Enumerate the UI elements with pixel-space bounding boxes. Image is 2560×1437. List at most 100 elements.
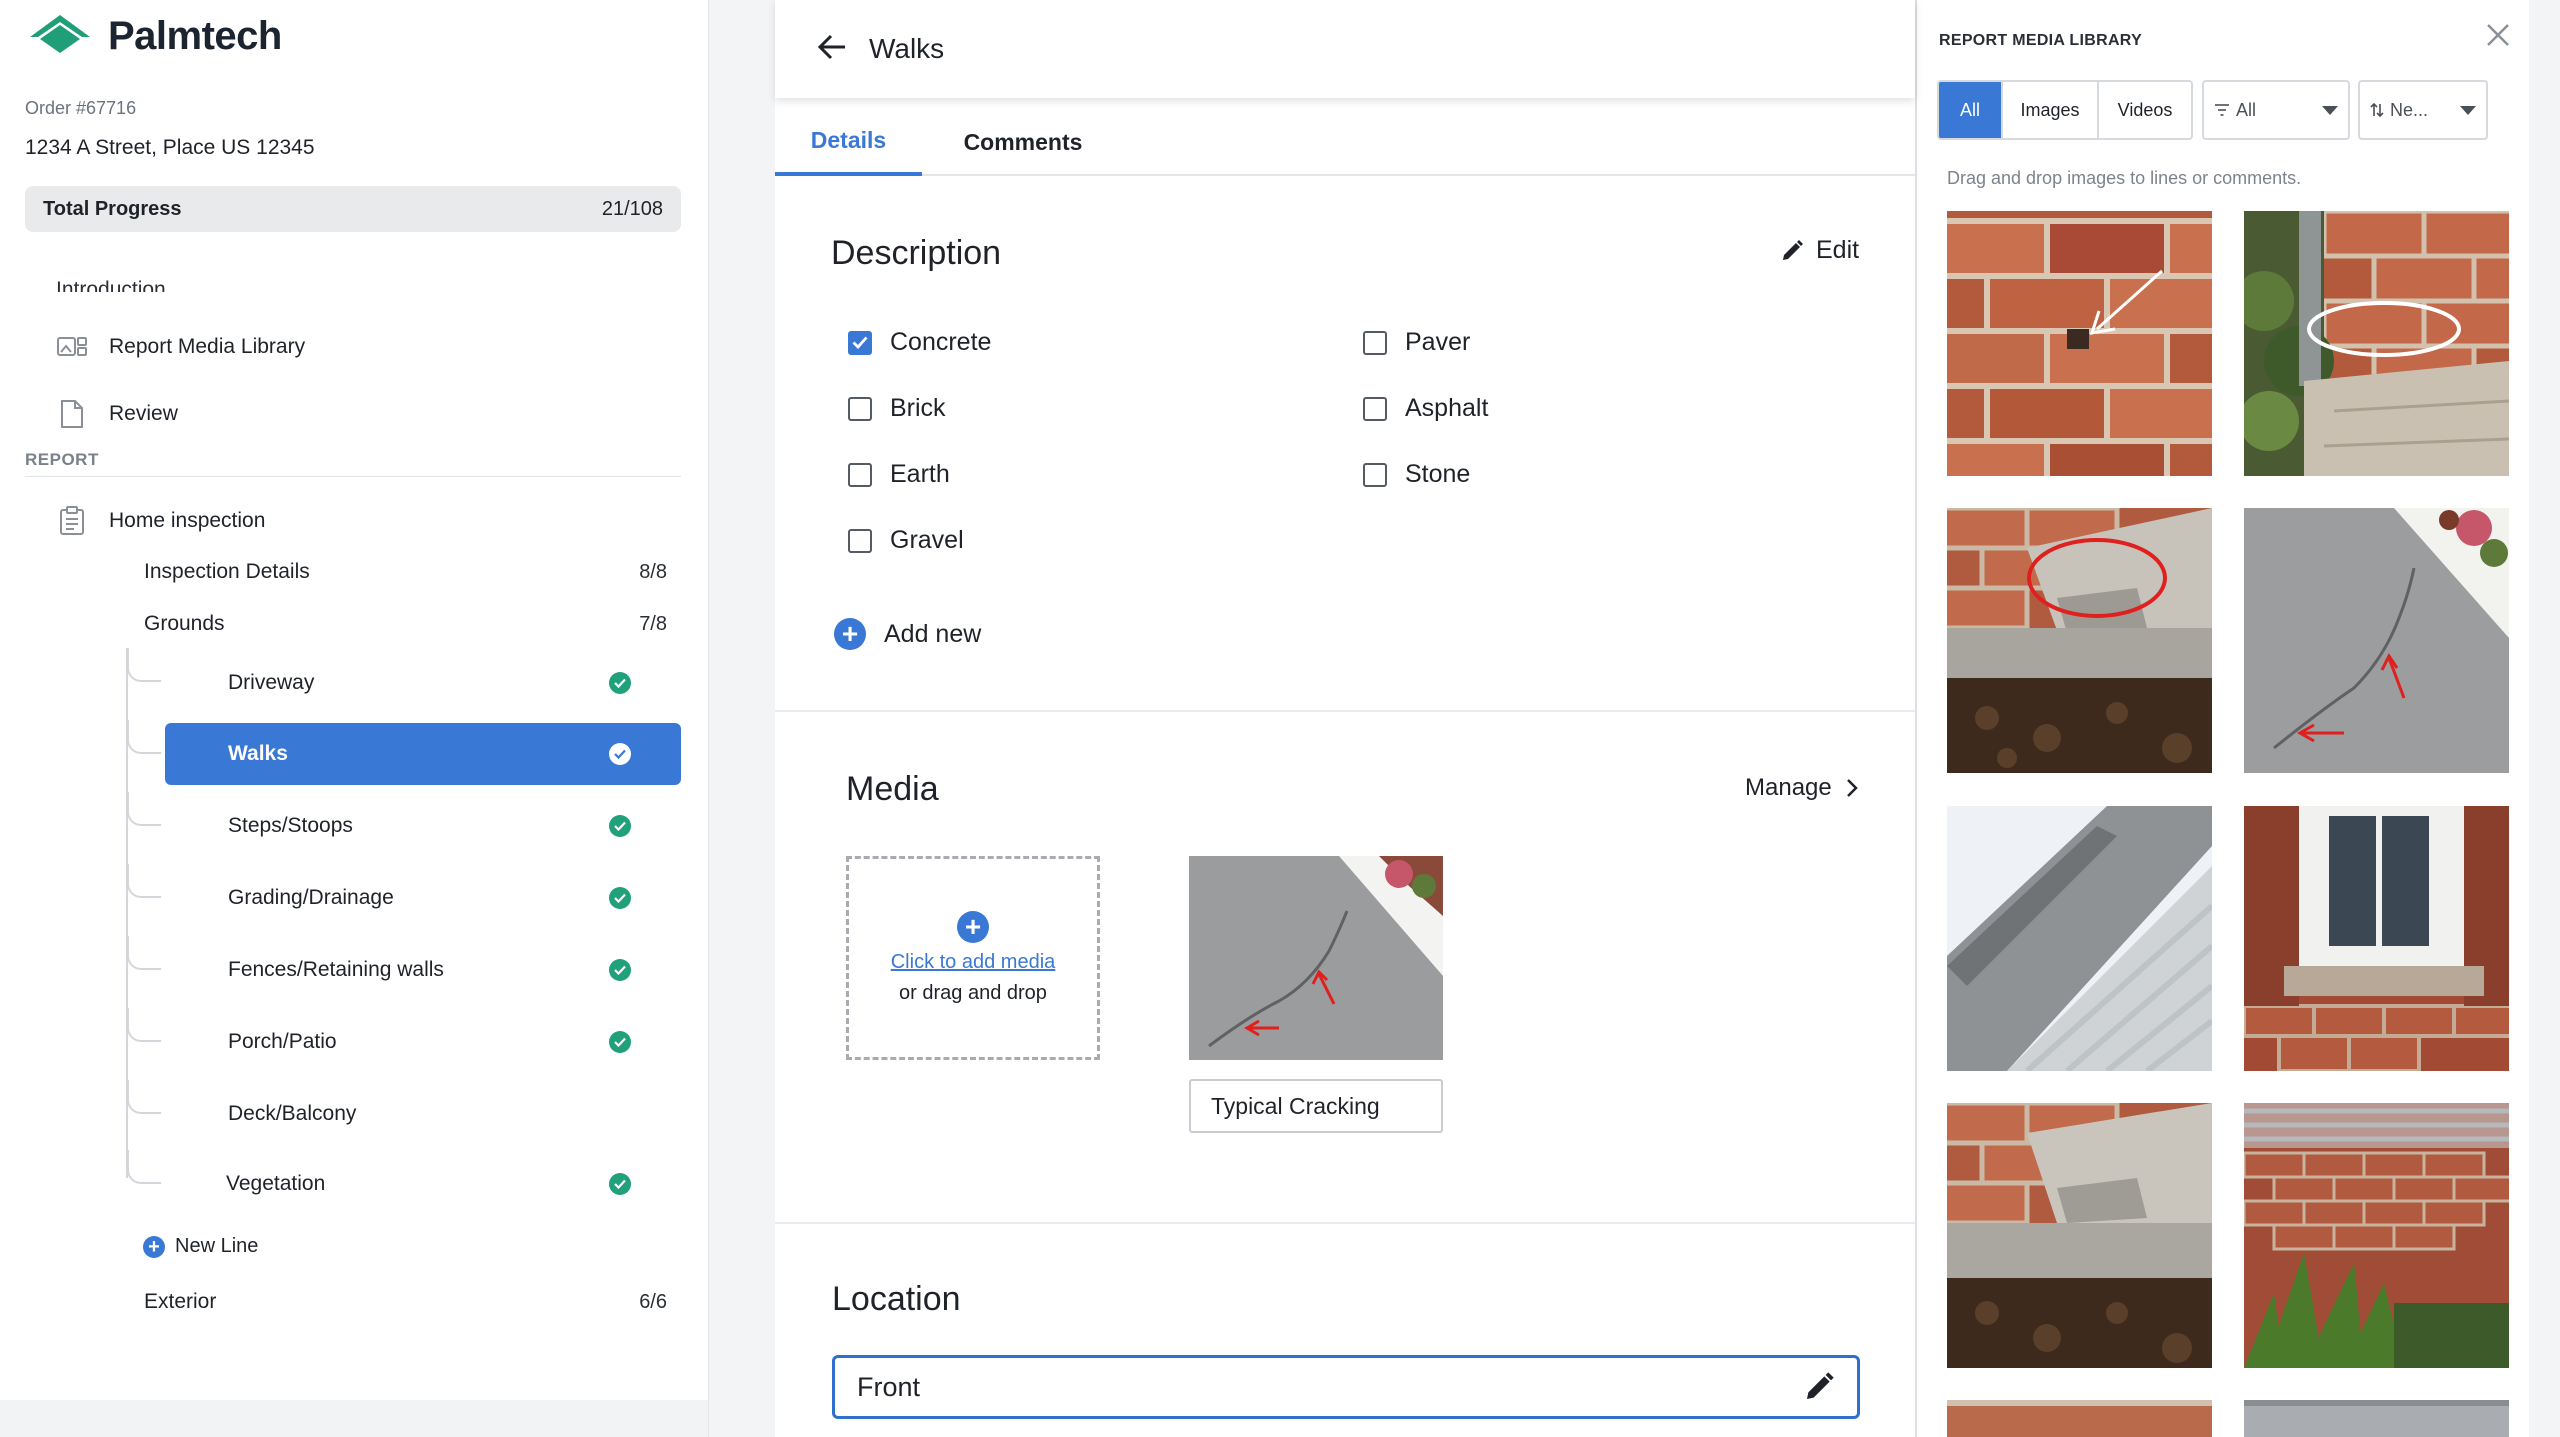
location-title: Location — [832, 1280, 961, 1318]
location-input[interactable]: Front — [832, 1355, 1860, 1419]
library-image[interactable] — [2244, 1103, 2509, 1368]
sort-icon — [2370, 102, 2384, 118]
complete-check-icon — [609, 1173, 631, 1195]
tree-group-grounds[interactable]: Grounds 7/8 — [0, 604, 681, 644]
media-thumbnail[interactable] — [1189, 856, 1443, 1060]
option-paver[interactable]: Paver — [1363, 328, 1470, 357]
library-image[interactable] — [1947, 508, 2212, 773]
tree-group-inspection-details[interactable]: Inspection Details 8/8 — [0, 552, 681, 592]
library-image[interactable] — [1947, 1103, 2212, 1368]
tree-line-label: Deck/Balcony — [228, 1102, 357, 1125]
nav-item-media-library-label: Report Media Library — [109, 335, 306, 358]
library-image[interactable] — [2244, 1400, 2509, 1437]
tree-line-porch-patio[interactable]: Porch/Patio — [0, 1022, 681, 1062]
tree-line-walks[interactable]: Walks — [165, 723, 681, 785]
section-divider — [775, 1222, 1915, 1224]
complete-check-icon — [609, 815, 631, 837]
category-dropdown[interactable]: All — [2202, 80, 2350, 140]
tree-line-label: Vegetation — [226, 1172, 326, 1195]
option-earth[interactable]: Earth — [848, 460, 950, 489]
checkbox[interactable] — [1363, 396, 1387, 421]
library-image[interactable] — [1947, 211, 2212, 476]
nav-item-introduction[interactable]: Introduction — [56, 270, 166, 292]
tree-root-label: Home inspection — [109, 509, 266, 532]
palmtech-logo-icon — [30, 14, 90, 53]
option-asphalt[interactable]: Asphalt — [1363, 394, 1488, 423]
option-label: Stone — [1405, 460, 1471, 488]
section-divider — [775, 710, 1915, 712]
pencil-icon[interactable] — [1803, 1371, 1835, 1403]
edit-description-button[interactable]: Edit — [1780, 236, 1859, 265]
app-logo[interactable]: Palmtech — [30, 14, 282, 59]
checkbox[interactable] — [848, 528, 872, 553]
document-icon — [55, 397, 89, 431]
tree-line-deck-balcony[interactable]: Deck/Balcony — [0, 1094, 681, 1134]
tab-details[interactable]: Details — [775, 108, 922, 176]
sidebar: Palmtech Order #67716 1234 A Street, Pla… — [0, 0, 709, 1437]
library-image[interactable] — [1947, 1400, 2212, 1437]
media-caption-value: Typical Cracking — [1211, 1092, 1380, 1119]
checkbox[interactable] — [848, 396, 872, 421]
checkbox-checked[interactable] — [848, 330, 872, 355]
option-label: Brick — [890, 394, 946, 422]
tree-line-label: Driveway — [228, 671, 315, 694]
chevron-down-icon — [2322, 105, 2338, 115]
library-image[interactable] — [2244, 508, 2509, 773]
option-gravel[interactable]: Gravel — [848, 526, 964, 555]
filter-all[interactable]: All — [1939, 82, 2003, 138]
tree-group-count: 8/8 — [639, 560, 667, 583]
tree-line-steps-stoops[interactable]: Steps/Stoops — [0, 806, 681, 846]
nav-item-introduction-label: Introduction — [56, 278, 166, 292]
library-image[interactable] — [1947, 806, 2212, 1071]
tree-group-exterior[interactable]: Exterior 6/6 — [0, 1282, 681, 1322]
media-library-panel: REPORT MEDIA LIBRARY All Images Videos A… — [1915, 0, 2535, 1437]
tree-root-home-inspection[interactable]: Home inspection — [55, 504, 265, 538]
tree-group-count: 7/8 — [639, 612, 667, 635]
plus-icon: + — [834, 618, 866, 650]
tree-line-vegetation[interactable]: Vegetation — [0, 1164, 681, 1204]
sort-dropdown[interactable]: Ne... — [2358, 80, 2488, 140]
media-type-filter: All Images Videos — [1937, 80, 2193, 140]
new-line-label: New Line — [175, 1235, 259, 1257]
sort-dropdown-value: Ne... — [2390, 99, 2429, 120]
add-new-option-button[interactable]: + Add new — [834, 618, 981, 650]
checkbox[interactable] — [848, 462, 872, 487]
nav-item-review[interactable]: Review — [55, 397, 178, 431]
media-library-icon — [55, 330, 89, 364]
manage-label: Manage — [1745, 774, 1832, 801]
total-progress-count: 21/108 — [601, 197, 663, 220]
chevron-down-icon — [2460, 105, 2476, 115]
total-progress-label: Total Progress — [43, 197, 182, 220]
option-concrete[interactable]: Concrete — [848, 328, 991, 357]
location-value: Front — [857, 1371, 921, 1402]
clipboard-icon — [55, 504, 89, 538]
tree-line-driveway[interactable]: Driveway — [0, 663, 681, 703]
checkbox[interactable] — [1363, 462, 1387, 487]
tree-line-grading-drainage[interactable]: Grading/Drainage — [0, 878, 681, 918]
checkbox[interactable] — [1363, 330, 1387, 355]
library-image[interactable] — [2244, 211, 2509, 476]
new-line-button[interactable]: + New Line — [143, 1235, 258, 1258]
tab-comments[interactable]: Comments — [948, 108, 1098, 176]
category-dropdown-value: All — [2236, 99, 2257, 120]
option-stone[interactable]: Stone — [1363, 460, 1470, 489]
manage-media-button[interactable]: Manage — [1745, 774, 1858, 802]
media-dropzone[interactable]: + Click to add media or drag and drop — [846, 856, 1100, 1060]
filter-images[interactable]: Images — [2003, 82, 2099, 138]
filter-videos[interactable]: Videos — [2099, 82, 2191, 138]
media-caption-input[interactable]: Typical Cracking — [1189, 1079, 1443, 1133]
complete-check-icon — [609, 672, 631, 694]
add-media-link[interactable]: Click to add media — [891, 951, 1056, 974]
nav-item-media-library[interactable]: Report Media Library — [55, 330, 305, 364]
back-arrow-icon[interactable] — [817, 34, 847, 65]
close-icon[interactable] — [2483, 20, 2513, 50]
tree-line-label: Steps/Stoops — [228, 814, 353, 837]
option-brick[interactable]: Brick — [848, 394, 946, 423]
library-image[interactable] — [2244, 806, 2509, 1071]
panel-scrollbar[interactable] — [2529, 0, 2535, 1437]
app-name: Palmtech — [108, 14, 282, 58]
tree-line-fences[interactable]: Fences/Retaining walls — [0, 950, 681, 990]
section-divider — [25, 476, 681, 477]
tree-line-label: Fences/Retaining walls — [228, 958, 444, 981]
tree-group-count: 6/6 — [639, 1290, 667, 1313]
